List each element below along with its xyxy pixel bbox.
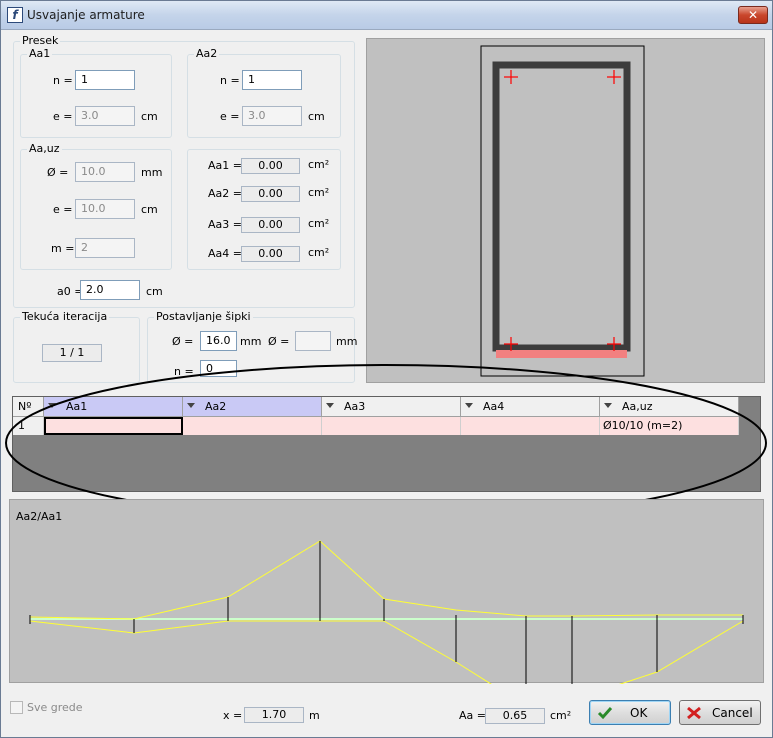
a0-input[interactable]: 2.0 (80, 280, 140, 300)
cancel-button[interactable]: Cancel (679, 700, 761, 725)
x-label: x = (223, 709, 243, 722)
area2-label: Aa2 = (208, 187, 242, 200)
aa2-title: Aa2 (194, 47, 220, 60)
area2-unit: cm² (308, 186, 330, 199)
area3-label: Aa3 = (208, 218, 242, 231)
title-bar[interactable]: f Usvajanje armature ✕ (1, 1, 772, 30)
aa1-e-input: 3.0 (75, 106, 135, 126)
iteracija-title: Tekuća iteracija (20, 310, 110, 323)
close-button[interactable]: ✕ (738, 6, 768, 24)
aa2-n-input[interactable]: 1 (242, 70, 302, 90)
stirrup (492, 61, 631, 352)
aa1-e-unit: cm (141, 110, 158, 123)
presek-title: Presek (20, 34, 61, 47)
diagram-panel: Aa2/Aa1 (9, 499, 764, 707)
aauz-d-unit: mm (141, 166, 163, 179)
aa2-group: Aa2 n = 1 e = 3.0 cm (187, 47, 341, 138)
aa-unit: cm² (550, 709, 572, 722)
postavljanje-d2-label: Ø = (268, 335, 290, 348)
postavljanje-d2-input (295, 331, 331, 351)
aa-value: 0.65 (485, 708, 545, 724)
sve-grede-label[interactable]: Sve grede (27, 701, 83, 714)
rebar-markers (504, 70, 621, 351)
x-value: 1.70 (244, 707, 304, 723)
bottom-bar (496, 350, 627, 358)
aa1-n-label: n = (53, 74, 73, 87)
postavljanje-d1-unit: mm (240, 335, 262, 348)
area3-value: 0.00 (241, 217, 300, 233)
postavljanje-d1-input[interactable]: 16.0 (200, 331, 237, 351)
aauz-e-unit: cm (141, 203, 158, 216)
section-drawing (480, 45, 645, 377)
diagram-lower-curve (29, 620, 744, 707)
area3-unit: cm² (308, 217, 330, 230)
check-icon (597, 707, 613, 720)
dialog-window: f Usvajanje armature ✕ Presek Aa1 n = 1 … (0, 0, 773, 738)
areas-group: Aa1 = 0.00 cm² Aa2 = 0.00 cm² Aa3 = 0.00… (187, 149, 341, 270)
aa2-e-input: 3.0 (242, 106, 302, 126)
ok-button[interactable]: OK (589, 700, 671, 725)
aauz-e-input: 10.0 (75, 199, 135, 219)
diagram-upper-curve (29, 540, 743, 620)
section-preview (366, 38, 765, 383)
aa-label: Aa = (459, 709, 486, 722)
area4-label: Aa4 = (208, 247, 242, 260)
area1-unit: cm² (308, 158, 330, 171)
a0-unit: cm (146, 285, 163, 298)
aauz-group: Aa,uz Ø = 10.0 mm e = 10.0 cm m = 2 (20, 142, 172, 270)
postavljanje-d2-unit: mm (336, 335, 358, 348)
aauz-title: Aa,uz (27, 142, 62, 155)
window-title: Usvajanje armature (27, 8, 145, 22)
diagram-label: Aa2/Aa1 (16, 510, 63, 523)
aauz-d-input: 10.0 (75, 162, 135, 182)
aauz-m-input: 2 (75, 238, 135, 258)
aa2-e-label: e = (220, 110, 240, 123)
aauz-e-label: e = (53, 203, 73, 216)
area1-label: Aa1 = (208, 159, 242, 172)
aa1-title: Aa1 (27, 47, 53, 60)
area4-value: 0.00 (241, 246, 300, 262)
section-outline (480, 45, 645, 377)
aa1-e-label: e = (53, 110, 73, 123)
aauz-d-label: Ø = (47, 166, 69, 179)
aa1-group: Aa1 n = 1 e = 3.0 cm (20, 47, 172, 138)
moment-diagram (29, 540, 744, 707)
postavljanje-title: Postavljanje šipki (154, 310, 253, 323)
sve-grede-checkbox[interactable] (10, 701, 23, 714)
x-unit: m (309, 709, 320, 722)
diagram-ordinates (29, 541, 744, 706)
aauz-m-label: m = (51, 242, 75, 255)
presek-group: Presek Aa1 n = 1 e = 3.0 cm Aa2 n = 1 e … (13, 34, 355, 308)
aa2-n-label: n = (220, 74, 240, 87)
cross-icon (687, 706, 701, 720)
area1-value: 0.00 (241, 158, 300, 174)
postavljanje-d1-label: Ø = (172, 335, 194, 348)
dialog-body: Presek Aa1 n = 1 e = 3.0 cm Aa2 n = 1 e … (4, 30, 769, 736)
area4-unit: cm² (308, 246, 330, 259)
area2-value: 0.00 (241, 186, 300, 202)
aa1-n-input[interactable]: 1 (75, 70, 135, 90)
aa2-e-unit: cm (308, 110, 325, 123)
app-icon: f (7, 7, 23, 23)
